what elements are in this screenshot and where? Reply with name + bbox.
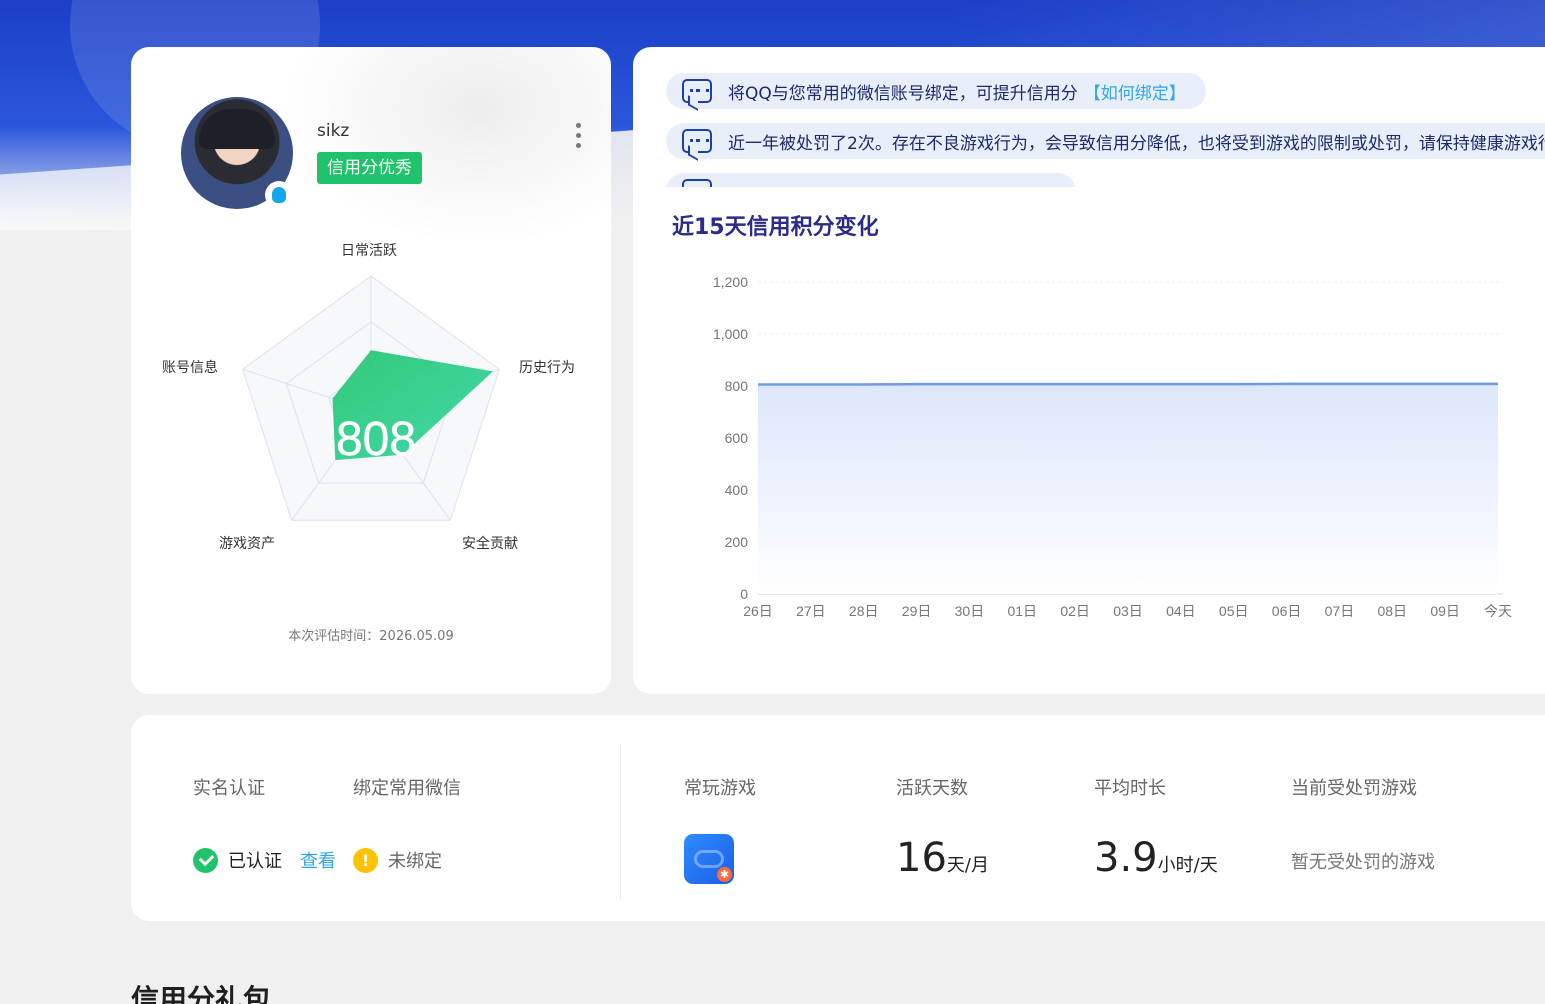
radar-label-assets: 游戏资产 (219, 536, 275, 552)
realname-status: 已认证 查看 (193, 847, 336, 873)
x-tick-label: 02日 (1060, 603, 1090, 619)
credit-area-chart: 0 200 400 600 800 1,000 1,200 26日 27日 28日 29日 30日 0… (713, 274, 1512, 619)
x-tick-label: 28日 (849, 603, 879, 619)
punished-games-value: 暂无受处罚的游戏 (1291, 852, 1435, 873)
active-days-value: 16天/月 (896, 835, 989, 881)
qq-icon (265, 181, 293, 209)
wechat-status: ! 未绑定 (353, 847, 442, 873)
divider (620, 745, 621, 900)
x-tick-label: 26日 (743, 603, 773, 619)
x-tick-label: 29日 (902, 603, 932, 619)
check-icon (193, 847, 218, 873)
avg-duration-value: 3.9小时/天 (1094, 835, 1218, 881)
punished-games-label: 当前受处罚游戏 (1291, 778, 1417, 799)
y-tick-label: 200 (725, 534, 749, 550)
x-tick-label: 08日 (1377, 603, 1407, 619)
x-tick-label: 07日 (1325, 603, 1355, 619)
warning-icon: ! (353, 847, 378, 873)
avg-duration-number: 3.9 (1094, 835, 1158, 881)
radar-label-security: 安全贡献 (462, 536, 518, 552)
credit-level-badge: 信用分优秀 (317, 152, 422, 184)
message-icon (682, 179, 712, 187)
radar-label-history: 历史行为 (519, 360, 575, 376)
x-tick-label: 05日 (1219, 603, 1249, 619)
x-tick-label: 09日 (1430, 603, 1460, 619)
notice-text: 近一年被处罚了2次。存在不良游戏行为，会导致信用分降低，也将受到游戏的限制或处罚… (728, 133, 1545, 154)
y-tick-label: 1,200 (713, 274, 748, 290)
game-badge-icon: ✱ (717, 867, 732, 882)
notice-penalty: 近一年被处罚了2次。存在不良游戏行为，会导致信用分降低，也将受到游戏的限制或处罚… (666, 123, 1545, 159)
wechat-label: 绑定常用微信 (353, 778, 461, 799)
active-days-unit: 天/月 (946, 855, 989, 876)
profile-background-art (281, 47, 611, 247)
active-days-number: 16 (896, 835, 947, 881)
credit-chart-card: 将QQ与您常用的微信账号绑定，可提升信用分 【如何绑定】 近一年被处罚了2次。存… (633, 47, 1545, 694)
more-icon[interactable] (572, 123, 584, 151)
message-icon (682, 79, 712, 103)
wechat-status-text: 未绑定 (388, 851, 442, 872)
x-tick-label: 30日 (955, 603, 985, 619)
y-tick-label: 800 (725, 378, 749, 394)
how-to-bind-link[interactable]: 【如何绑定】 (1084, 79, 1186, 104)
score-line (758, 382, 1498, 386)
frequent-game-label: 常玩游戏 (684, 778, 756, 799)
avatar-hair (199, 109, 275, 149)
profile-card: sikz 信用分优秀 808 日常活跃 历史行为 安全贡献 游戏资产 账号信息 … (131, 47, 611, 694)
realname-label: 实名认证 (193, 778, 265, 799)
credit-score: 808 (336, 413, 416, 466)
y-tick-label: 400 (725, 482, 749, 498)
evaluation-time: 本次评估时间：2026.05.09 (288, 629, 454, 644)
username: sikz (317, 121, 350, 141)
notice-text: 将QQ与您常用的微信账号绑定，可提升信用分 (728, 83, 1078, 104)
y-tick-label: 1,000 (713, 326, 748, 342)
x-tick-label: 01日 (1007, 603, 1037, 619)
avg-duration-unit: 小时/天 (1157, 855, 1218, 876)
avg-duration-label: 平均时长 (1094, 778, 1166, 799)
chart-title: 近15天信用积分变化 (672, 215, 879, 240)
gift-section-title: 信用分礼包 (131, 983, 272, 1004)
stats-card: 实名认证 绑定常用微信 已认证 查看 ! 未绑定 常玩游戏 活跃天数 平均时长 … (131, 715, 1545, 921)
game-pad-shape (694, 850, 724, 868)
x-tick-label: 06日 (1272, 603, 1302, 619)
notice-overflow[interactable] (633, 169, 1545, 187)
radar-label-daily: 日常活跃 (341, 243, 397, 259)
x-tick-label: 04日 (1166, 603, 1196, 619)
radar-label-account: 账号信息 (162, 360, 218, 376)
view-link[interactable]: 查看 (300, 847, 336, 873)
area-fill (758, 383, 1498, 594)
message-icon (682, 129, 712, 153)
x-tick-label: 今天 (1484, 603, 1512, 619)
game-icon[interactable]: ✱ (684, 834, 734, 884)
realname-status-text: 已认证 (228, 851, 282, 872)
y-tick-label: 600 (725, 430, 749, 446)
avatar (181, 97, 293, 209)
x-tick-label: 27日 (796, 603, 826, 619)
notice-partial (666, 173, 1076, 187)
radar-chart: 808 (242, 275, 500, 521)
x-tick-label: 03日 (1113, 603, 1143, 619)
y-tick-label: 0 (740, 586, 748, 602)
active-days-label: 活跃天数 (896, 778, 968, 799)
notice-bind-wechat: 将QQ与您常用的微信账号绑定，可提升信用分 【如何绑定】 (666, 73, 1206, 109)
